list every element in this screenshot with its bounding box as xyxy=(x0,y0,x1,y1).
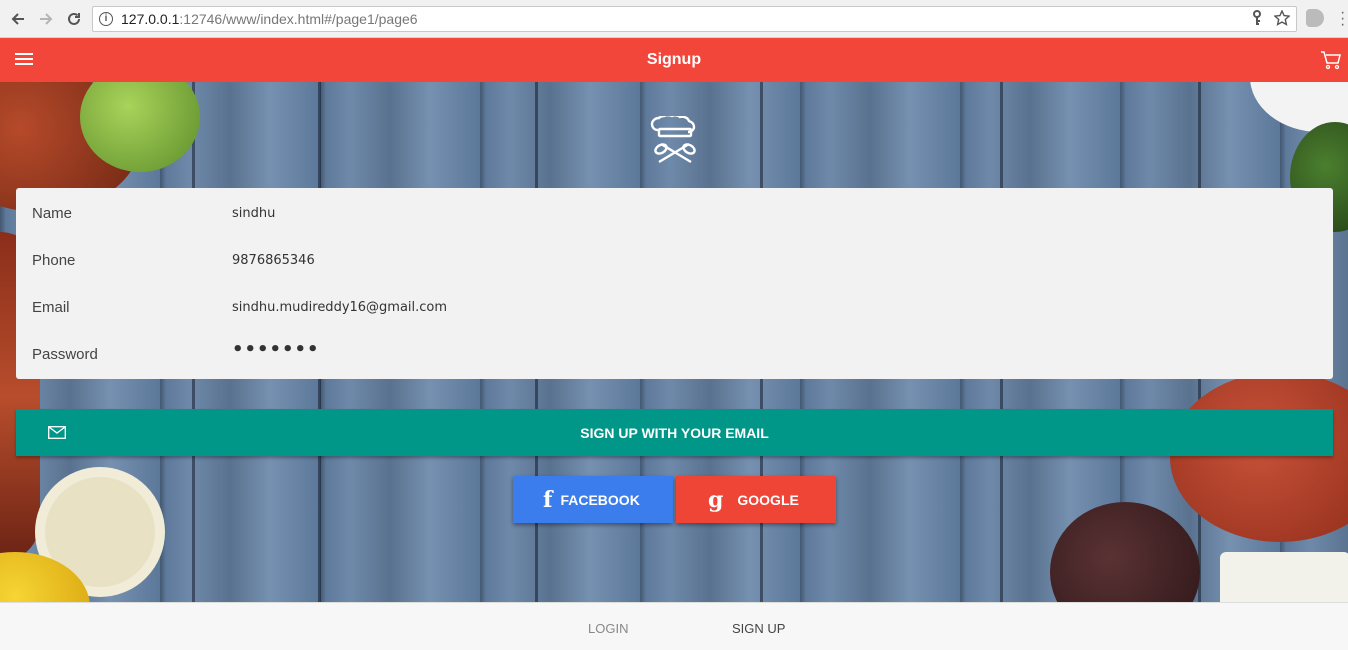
phone-label: Phone xyxy=(32,252,76,269)
menu-icon[interactable] xyxy=(15,53,33,68)
url-host: 127.0.0.1 xyxy=(121,11,180,27)
facebook-button[interactable]: f FACEBOOK xyxy=(513,476,673,523)
signup-email-label: SIGN UP WITH YOUR EMAIL xyxy=(580,424,769,441)
signup-email-button[interactable]: SIGN UP WITH YOUR EMAIL xyxy=(16,409,1333,456)
forward-button[interactable] xyxy=(32,5,60,33)
phone-input[interactable]: 9876865346 xyxy=(232,253,315,268)
phone-row: Phone 9876865346 xyxy=(16,237,1333,284)
key-icon[interactable] xyxy=(1252,10,1262,26)
browser-menu-icon[interactable]: · · · xyxy=(1340,5,1345,33)
google-label: GOOGLE xyxy=(737,491,799,508)
signup-form: Name sindhu Phone 9876865346 Email sindh… xyxy=(16,188,1333,379)
email-label: Email xyxy=(32,299,70,316)
tab-login[interactable]: LOGIN xyxy=(588,621,628,636)
page-title: Signup xyxy=(646,51,702,68)
facebook-icon: f xyxy=(543,486,553,513)
url-path: :12746/www/index.html#/page1/page6 xyxy=(179,11,418,27)
name-label: Name xyxy=(32,205,73,222)
arrow-right-icon xyxy=(40,13,53,25)
email-row: Email sindhu.mudireddy16@gmail.com xyxy=(16,284,1333,331)
tab-signup[interactable]: SIGN UP xyxy=(732,621,785,636)
arrow-left-icon xyxy=(11,13,24,25)
password-label: Password xyxy=(32,346,98,363)
reload-button[interactable] xyxy=(60,5,88,33)
browser-toolbar: i 127.0.0.1:12746/www/index.html#/page1/… xyxy=(0,0,1348,38)
google-icon: g xyxy=(708,486,724,513)
password-input[interactable]: ••••••• xyxy=(232,339,320,360)
extension-icon[interactable] xyxy=(1306,9,1324,27)
address-bar[interactable]: i 127.0.0.1:12746/www/index.html#/page1/… xyxy=(92,6,1297,32)
chef-logo-icon xyxy=(650,116,696,164)
star-icon[interactable] xyxy=(1274,10,1290,26)
name-input[interactable]: sindhu xyxy=(232,206,275,221)
mail-icon xyxy=(48,426,66,439)
bottom-tab-bar: LOGIN SIGN UP xyxy=(0,602,1348,650)
info-icon[interactable]: i xyxy=(99,12,113,26)
back-button[interactable] xyxy=(4,5,32,33)
app-header: Signup xyxy=(0,38,1348,82)
reload-icon xyxy=(68,12,80,25)
cart-icon[interactable] xyxy=(1320,50,1342,70)
facebook-label: FACEBOOK xyxy=(560,491,640,508)
name-row: Name sindhu xyxy=(16,190,1333,237)
password-row: Password ••••••• xyxy=(16,331,1333,378)
email-input[interactable]: sindhu.mudireddy16@gmail.com xyxy=(232,300,447,315)
google-button[interactable]: g GOOGLE xyxy=(676,476,836,523)
